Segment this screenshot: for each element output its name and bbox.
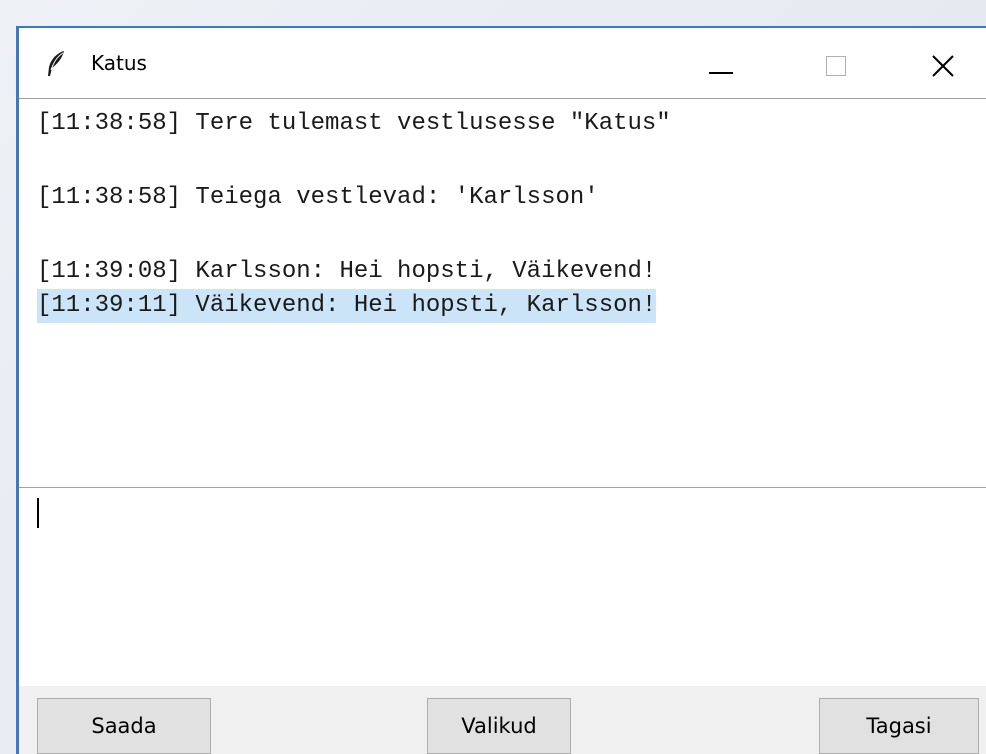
back-button[interactable]: Tagasi (819, 698, 979, 754)
minimize-icon (709, 72, 733, 74)
close-icon (932, 55, 954, 77)
send-button[interactable]: Saada (37, 698, 211, 754)
chat-line[interactable]: [11:38:58] Teiega vestlevad: 'Karlsson' (37, 181, 599, 215)
app-window: Katus [11:38:58] Tere tulemast vestluses… (16, 26, 986, 754)
maximize-icon (826, 56, 846, 76)
window-title: Katus (91, 51, 147, 75)
options-button[interactable]: Valikud (427, 698, 571, 754)
close-button[interactable] (915, 36, 975, 92)
minimize-button[interactable] (693, 36, 753, 92)
chat-line[interactable]: [11:39:08] Karlsson: Hei hopsti, Väikeve… (37, 255, 656, 289)
button-bar: Saada Valikud Tagasi (19, 686, 986, 754)
title-bar[interactable]: Katus (19, 28, 986, 98)
chat-log[interactable]: [11:38:58] Tere tulemast vestlusesse "Ka… (19, 98, 986, 488)
chat-line[interactable]: [11:38:58] Tere tulemast vestlusesse "Ka… (37, 107, 671, 141)
text-caret (37, 498, 39, 528)
feather-icon (45, 50, 67, 78)
maximize-button[interactable] (809, 36, 869, 92)
chat-line-selected[interactable]: [11:39:11] Väikevend: Hei hopsti, Karlss… (37, 289, 657, 323)
message-input[interactable] (19, 488, 986, 686)
